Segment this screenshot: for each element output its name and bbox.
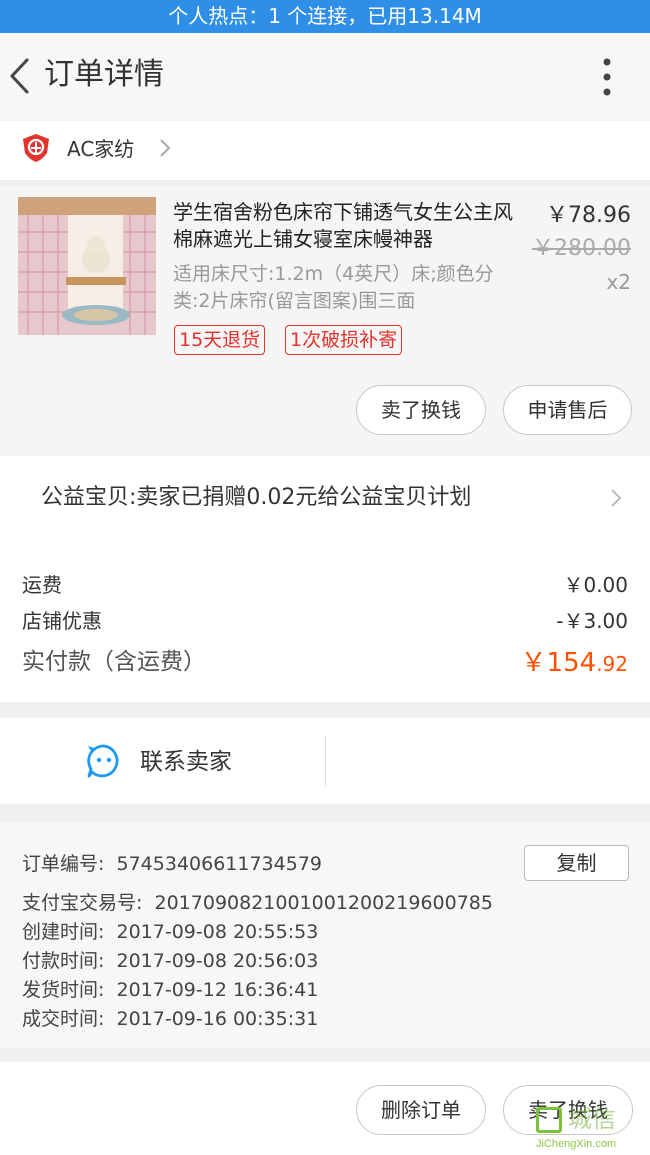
created-time: 2017-09-08 20:55:53 <box>116 921 319 943</box>
completed-label: 成交时间: <box>22 1008 105 1030</box>
watermark: 城信 JiChengXin.com <box>532 1104 650 1155</box>
alipay-label: 支付宝交易号: <box>22 892 143 914</box>
shop-header[interactable]: AC家纺 <box>0 121 650 181</box>
alipay-row: 支付宝交易号: 2017090821001001200219600785 <box>22 890 493 916</box>
shop-name[interactable]: AC家纺 <box>67 135 134 163</box>
product-sku: 适用床尺寸:1.2m（4英尺）床;颜色分类:2片床帘(留言图案)围三面 <box>173 263 494 312</box>
shipped-label: 发货时间: <box>22 979 105 1001</box>
order-item[interactable]: 学生宿舍粉色床帘下铺透气女生公主风棉麻遮光上铺女寝室床幔神器 适用床尺寸:1.2… <box>0 186 650 456</box>
alipay-number: 2017090821001001200219600785 <box>154 892 493 914</box>
app-bar: 订单详情 <box>0 33 650 120</box>
watermark-text: 城信 <box>568 1105 616 1133</box>
after-sale-button[interactable]: 申请售后 <box>503 385 632 435</box>
product-title[interactable]: 学生宿舍粉色床帘下铺透气女生公主风棉麻遮光上铺女寝室床幔神器 <box>173 199 523 253</box>
watermark-url: JiChengXin.com <box>536 1138 617 1150</box>
product-thumbnail[interactable] <box>18 197 156 335</box>
service-tag-return: 15天退货 <box>174 325 266 355</box>
charity-text: 公益宝贝:卖家已捐赠0.02元给公益宝贝计划 <box>41 485 472 510</box>
item-quantity: x2 <box>606 270 631 294</box>
paid-time: 2017-09-08 20:56:03 <box>116 950 319 972</box>
chevron-right-icon <box>160 139 171 157</box>
created-row: 创建时间: 2017-09-08 20:55:53 <box>22 919 318 945</box>
watermark-logo-icon <box>536 1107 562 1133</box>
status-bar: 个人热点：1 个连接，已用13.14M <box>0 0 650 33</box>
copy-button[interactable]: 复制 <box>524 845 629 881</box>
sell-resell-button[interactable]: 卖了换钱 <box>356 385 486 435</box>
completed-row: 成交时间: 2017-09-16 00:35:31 <box>22 1006 318 1032</box>
order-info: 订单编号: 57453406611734579 复制 支付宝交易号: 20170… <box>0 822 650 1048</box>
discount-label: 店铺优惠 <box>22 609 102 633</box>
item-price: ￥78.96 <box>546 203 631 228</box>
order-number: 57453406611734579 <box>116 853 323 875</box>
created-label: 创建时间: <box>22 921 105 943</box>
item-original-price: ￥280.00 <box>532 236 631 261</box>
page-title: 订单详情 <box>44 57 164 92</box>
shipping-value: ￥0.00 <box>563 573 628 597</box>
paid-time-label: 付款时间: <box>22 950 105 972</box>
shipped-row: 发货时间: 2017-09-12 16:36:41 <box>22 977 318 1003</box>
discount-value: -￥3.00 <box>556 609 628 633</box>
charity-row[interactable]: 公益宝贝:卖家已捐赠0.02元给公益宝贝计划 <box>0 456 650 542</box>
more-options-icon[interactable] <box>598 57 616 97</box>
chevron-right-icon <box>611 489 622 507</box>
contact-seller-button[interactable]: 联系卖家 <box>140 745 232 779</box>
paid-amount-dec: .92 <box>596 652 628 676</box>
chat-bubble-icon[interactable] <box>86 743 122 779</box>
order-number-row: 订单编号: 57453406611734579 <box>22 851 322 877</box>
hotspot-text: 个人热点：1 个连接，已用13.14M <box>168 4 482 28</box>
shipping-label: 运费 <box>22 573 62 597</box>
paid-time-row: 付款时间: 2017-09-08 20:56:03 <box>22 948 318 974</box>
paid-amount-int: ￥154 <box>520 648 597 678</box>
divider <box>325 736 326 786</box>
payment-summary: 运费 ￥0.00 店铺优惠 -￥3.00 实付款（含运费） ￥154.92 <box>0 542 650 702</box>
delete-order-button[interactable]: 删除订单 <box>356 1085 486 1135</box>
service-tag-damage: 1次破损补寄 <box>285 325 403 355</box>
completed-time: 2017-09-16 00:35:31 <box>116 1008 319 1030</box>
shipped-time: 2017-09-12 16:36:41 <box>116 979 319 1001</box>
paid-label: 实付款（含运费） <box>22 649 206 675</box>
paid-amount: ￥154.92 <box>521 646 628 683</box>
contact-bar: 联系卖家 <box>0 718 650 804</box>
back-arrow-icon[interactable] <box>8 57 32 95</box>
shop-badge-icon <box>23 134 49 162</box>
order-number-label: 订单编号: <box>22 853 105 875</box>
